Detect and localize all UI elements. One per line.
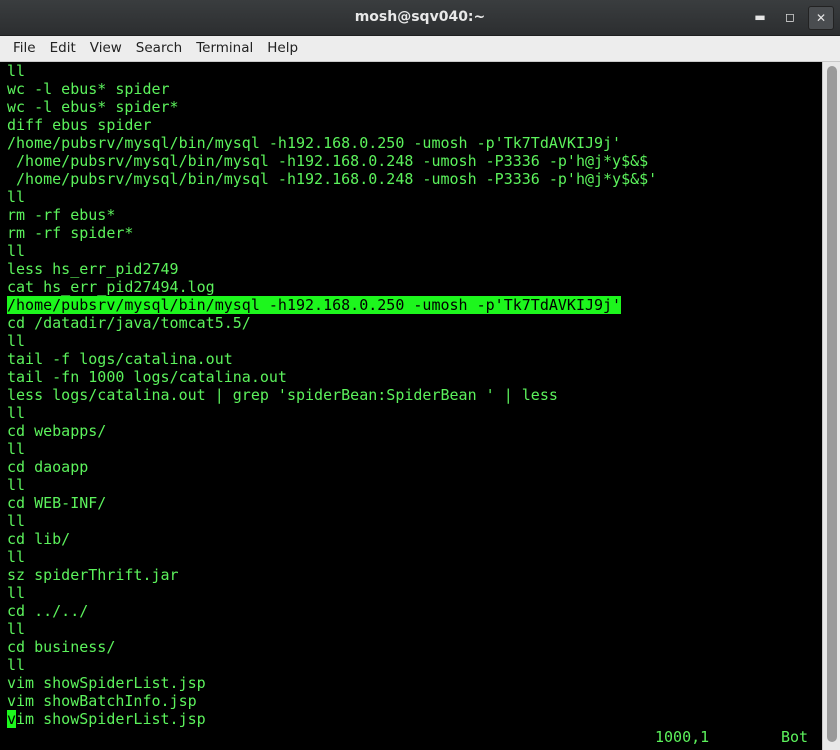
- terminal-line: ll: [7, 584, 657, 602]
- terminal-line: ll: [7, 188, 657, 206]
- line-text: wc -l ebus* spider: [7, 80, 170, 98]
- terminal-line: ll: [7, 62, 657, 80]
- terminal-line: /home/pubsrv/mysql/bin/mysql -h192.168.0…: [7, 152, 657, 170]
- menu-edit[interactable]: Edit: [43, 36, 83, 61]
- menu-bar: File Edit View Search Terminal Help: [0, 36, 840, 62]
- terminal-line: ll: [7, 620, 657, 638]
- terminal-line: /home/pubsrv/mysql/bin/mysql -h192.168.0…: [7, 296, 657, 314]
- line-text: cd business/: [7, 638, 116, 656]
- line-text: tail -f logs/catalina.out: [7, 350, 233, 368]
- terminal-line: cd ../../: [7, 602, 657, 620]
- terminal-line: vim showSpiderList.jsp: [7, 674, 657, 692]
- terminal-line: cd WEB-INF/: [7, 494, 657, 512]
- window-title: mosh@sqv040:~: [354, 9, 486, 25]
- menu-help[interactable]: Help: [260, 36, 305, 61]
- window-controls: ▬ ◻ ✕: [748, 6, 834, 30]
- terminal-line: rm -rf spider*: [7, 224, 657, 242]
- terminal-line: cd daoapp: [7, 458, 657, 476]
- scrollbar[interactable]: [822, 62, 840, 750]
- minimize-icon[interactable]: ▬: [748, 6, 772, 28]
- line-text: ll: [7, 440, 26, 458]
- scrollbar-thumb[interactable]: [827, 66, 837, 742]
- line-text: cd daoapp: [7, 458, 89, 476]
- line-text: ll: [7, 188, 26, 206]
- line-text: vim showBatchInfo.jsp: [7, 692, 197, 710]
- maximize-icon[interactable]: ◻: [778, 6, 802, 28]
- cursor-position: 1000,1: [655, 728, 710, 746]
- cursor-line: vim showSpiderList.jsp: [7, 710, 657, 728]
- terminal-line: ll: [7, 656, 657, 674]
- terminal-line: less hs_err_pid2749: [7, 260, 657, 278]
- line-text: less logs/catalina.out | grep 'spiderBea…: [7, 386, 558, 404]
- terminal-line: ll: [7, 548, 657, 566]
- line-text: ll: [7, 656, 26, 674]
- line-text: ll: [7, 404, 26, 422]
- terminal-line: less logs/catalina.out | grep 'spiderBea…: [7, 386, 657, 404]
- terminal-line: ll: [7, 440, 657, 458]
- terminal-line: cd business/: [7, 638, 657, 656]
- terminal-line: /home/pubsrv/mysql/bin/mysql -h192.168.0…: [7, 134, 657, 152]
- title-bar[interactable]: mosh@sqv040:~ ▬ ◻ ✕: [0, 0, 840, 36]
- line-text: cd webapps/: [7, 422, 107, 440]
- close-icon[interactable]: ✕: [808, 6, 834, 30]
- line-text: cd lib/: [7, 530, 71, 548]
- line-text: rm -rf spider*: [7, 224, 134, 242]
- terminal-line: cd lib/: [7, 530, 657, 548]
- menu-view[interactable]: View: [83, 36, 129, 61]
- terminal-line: ll: [7, 242, 657, 260]
- terminal-line: wc -l ebus* spider: [7, 80, 657, 98]
- terminal-line: ll: [7, 332, 657, 350]
- line-text: sz spiderThrift.jar: [7, 566, 179, 584]
- terminal-line: wc -l ebus* spider*: [7, 98, 657, 116]
- terminal-line: cd /datadir/java/tomcat5.5/: [7, 314, 657, 332]
- menu-file[interactable]: File: [6, 36, 43, 61]
- line-text: ll: [7, 620, 26, 638]
- line-text: cd /datadir/java/tomcat5.5/: [7, 314, 251, 332]
- line-text: cd ../../: [7, 602, 89, 620]
- scroll-position: Bot: [781, 728, 809, 746]
- line-text: ll: [7, 584, 26, 602]
- terminal-window: mosh@sqv040:~ ▬ ◻ ✕ File Edit View Searc…: [0, 0, 840, 750]
- line-text: less hs_err_pid2749: [7, 260, 179, 278]
- menu-search[interactable]: Search: [129, 36, 189, 61]
- line-text: /home/pubsrv/mysql/bin/mysql -h192.168.0…: [7, 170, 658, 188]
- terminal-line: rm -rf ebus*: [7, 206, 657, 224]
- terminal-line: ll: [7, 476, 657, 494]
- menu-terminal[interactable]: Terminal: [189, 36, 260, 61]
- line-text: ll: [7, 476, 26, 494]
- terminal-line: diff ebus spider: [7, 116, 657, 134]
- line-text: rm -rf ebus*: [7, 206, 116, 224]
- terminal-line: /home/pubsrv/mysql/bin/mysql -h192.168.0…: [7, 170, 657, 188]
- line-text: /home/pubsrv/mysql/bin/mysql -h192.168.0…: [7, 152, 649, 170]
- terminal-line: tail -f logs/catalina.out: [7, 350, 657, 368]
- terminal-line: ll: [7, 512, 657, 530]
- line-text: wc -l ebus* spider*: [7, 98, 179, 116]
- line-text: /home/pubsrv/mysql/bin/mysql -h192.168.0…: [7, 134, 622, 152]
- highlighted-text: /home/pubsrv/mysql/bin/mysql -h192.168.0…: [7, 296, 622, 314]
- line-text: ll: [7, 62, 26, 80]
- cursor-line-text: im showSpiderList.jsp: [16, 710, 206, 728]
- terminal-line: sz spiderThrift.jar: [7, 566, 657, 584]
- line-text: ll: [7, 548, 26, 566]
- terminal-line: ll: [7, 404, 657, 422]
- terminal-lines: ll wc -l ebus* spider wc -l ebus* spider* d…: [7, 62, 657, 728]
- line-text: vim showSpiderList.jsp: [7, 674, 206, 692]
- text-cursor: v: [7, 710, 17, 728]
- terminal-content[interactable]: ll wc -l ebus* spider wc -l ebus* spider* d…: [0, 62, 822, 750]
- terminal-line: vim showBatchInfo.jsp: [7, 692, 657, 710]
- terminal-line: tail -fn 1000 logs/catalina.out: [7, 368, 657, 386]
- line-text: diff ebus spider: [7, 116, 152, 134]
- line-text: ll: [7, 512, 26, 530]
- line-text: cat hs_err_pid27494.log: [7, 278, 215, 296]
- terminal-line: cd webapps/: [7, 422, 657, 440]
- line-text: ll: [7, 332, 26, 350]
- line-text: ll: [7, 242, 26, 260]
- terminal-line: cat hs_err_pid27494.log: [7, 278, 657, 296]
- line-text: cd WEB-INF/: [7, 494, 107, 512]
- line-text: tail -fn 1000 logs/catalina.out: [7, 368, 287, 386]
